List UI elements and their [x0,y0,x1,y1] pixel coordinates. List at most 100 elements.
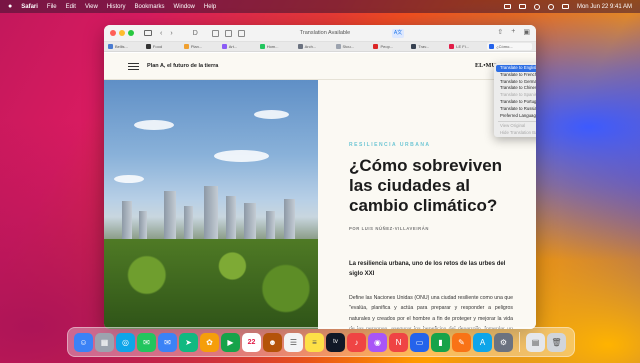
maps-icon[interactable]: ➤ [179,332,198,352]
tab-label: Plan... [190,44,203,49]
article-body: Define las Naciones Unidas (ONU) una ciu… [349,295,513,329]
building-shape [284,199,295,241]
address-bar[interactable]: Translation Available [254,28,396,39]
extension-d-icon[interactable]: D [193,30,198,37]
menu-view[interactable]: View [85,4,98,10]
forward-arrow-icon[interactable]: › [170,30,172,37]
photos-icon[interactable]: ✿ [200,332,219,352]
tab-label: Art... [228,44,238,49]
tab-label: Stou... [342,44,355,49]
browser-tab[interactable]: Art... [221,44,260,49]
translate-menu-item: Hide Translation Banner [500,130,536,136]
zoom-button[interactable] [128,30,134,36]
safari-window: ‹ › D Translation Available A文 ⇧ + ▣ Bel… [104,25,536,329]
browser-tab[interactable]: Plan... [183,44,222,49]
spotlight-icon[interactable] [547,3,554,10]
finder-icon[interactable]: ☺ [74,332,93,352]
browser-tab[interactable]: Arch... [297,44,336,49]
hamburger-menu-icon[interactable] [128,62,139,70]
mail-icon[interactable]: ✉ [158,332,177,352]
new-tab-icon[interactable]: + [511,28,515,36]
tab-label: Bellis... [115,44,128,49]
messages-icon[interactable]: ✉ [137,332,156,352]
browser-tab[interactable]: Trav... [411,44,449,49]
status-area: Mon Jun 22 9:41 AM [503,3,632,10]
article-byline: POR LUIS NÚÑEZ-VILLAVEIRÁN [349,226,429,231]
menu-file[interactable]: File [47,4,57,10]
browser-tab[interactable]: Stou... [335,44,374,49]
downloads-icon[interactable]: ▤ [526,332,545,352]
facetime-icon[interactable]: ▶ [221,332,240,352]
menu-bookmarks[interactable]: Bookmarks [135,4,165,10]
page-info-icon[interactable] [237,29,245,37]
podcasts-icon[interactable]: ◉ [368,332,387,352]
cloud-shape [214,150,269,162]
building-shape [164,191,176,241]
browser-tab[interactable]: LE Fi... [449,44,487,49]
tab-overview-icon[interactable]: ▣ [523,28,530,36]
translate-icon[interactable]: A文 [392,29,404,38]
translate-menu-item[interactable]: Translate to English [496,65,536,72]
translate-menu-item[interactable]: Preferred Languages... [494,113,536,120]
browser-tab[interactable]: Bellis... [108,44,146,49]
menu-safari[interactable]: Safari [21,4,38,10]
app-store-icon[interactable]: A [473,332,492,352]
safari-icon[interactable]: ◎ [116,332,135,352]
launchpad-icon[interactable]: ▦ [95,332,114,352]
tab-favicon-icon [259,44,265,49]
pages-icon[interactable]: ✎ [452,332,471,352]
back-arrow-icon[interactable]: ‹ [160,30,162,37]
site-title[interactable]: Plan A, el futuro de la tierra [147,63,218,69]
browser-tab[interactable]: Hom... [259,44,298,49]
tab-bar: Bellis... Food Plan... Art... Hom... Arch... S… [104,42,536,52]
menu-help[interactable]: Help [204,4,216,10]
translate-menu-item[interactable]: Translate to French [494,72,536,79]
dock: ☺ ▦ ◎ ✉ ✉ ➤ ✿ ▶ 22 ☻ ☰ ≡ tv ♪ ◉ N ▭ ▮ ✎ A ⚙ ▤ 🗑 [67,327,575,357]
notes-icon[interactable]: ≡ [305,332,324,352]
wifi-icon[interactable] [533,3,540,10]
contacts-icon[interactable]: ☻ [263,332,282,352]
browser-tab[interactable]: Peop... [373,44,411,49]
tab-favicon-icon [335,44,341,49]
menu-edit[interactable]: Edit [66,4,76,10]
menu-history[interactable]: History [107,4,126,10]
translate-menu-item[interactable]: Translate to Chinese, Simplified [494,85,536,92]
numbers-icon[interactable]: ▮ [431,332,450,352]
calendar-icon[interactable]: 22 [242,332,261,352]
control-center-icon[interactable] [561,4,569,9]
tab-favicon-icon [145,44,151,49]
browser-tab-active[interactable]: ¿Cómo... [487,43,533,50]
privacy-shield-icon[interactable] [224,29,232,37]
tv-icon[interactable]: tv [326,332,345,352]
tab-favicon-icon [183,44,189,49]
menu-window[interactable]: Window [174,4,195,10]
menubar-clock[interactable]: Mon Jun 22 9:41 AM [577,4,632,10]
trash-icon[interactable]: 🗑 [547,332,566,352]
news-icon[interactable]: N [389,332,408,352]
close-button[interactable] [110,30,116,36]
apple-menu-icon[interactable]: ● [8,3,12,10]
keynote-icon[interactable]: ▭ [410,332,429,352]
menu-bar: ● Safari File Edit View History Bookmark… [0,0,640,13]
battery-icon[interactable] [518,4,526,9]
cloud-shape [254,110,289,119]
tab-label: Trav... [418,44,430,49]
cloud-shape [114,175,144,183]
sidebar-toggle-icon[interactable] [144,30,152,36]
reminders-icon[interactable]: ☰ [284,332,303,352]
reader-icon[interactable] [211,29,219,37]
translate-menu-item: Translate to Spanish [500,92,536,98]
display-icon[interactable] [503,4,511,9]
minimize-button[interactable] [119,30,125,36]
article-lead: La resiliencia urbana, uno de los retos … [349,261,506,277]
translate-menu-item[interactable]: Translate to German [494,79,536,86]
translate-menu-item[interactable]: Translate to Russian [494,106,536,113]
window-controls [110,30,134,36]
tab-label: ¿Cómo... [496,44,513,49]
share-icon[interactable]: ⇧ [497,28,503,36]
tab-favicon-icon [108,44,113,49]
system-preferences-icon[interactable]: ⚙ [494,332,513,352]
browser-tab[interactable]: Food [145,44,184,49]
translate-menu-item[interactable]: Translate to Portuguese [494,99,536,106]
music-icon[interactable]: ♪ [347,332,366,352]
